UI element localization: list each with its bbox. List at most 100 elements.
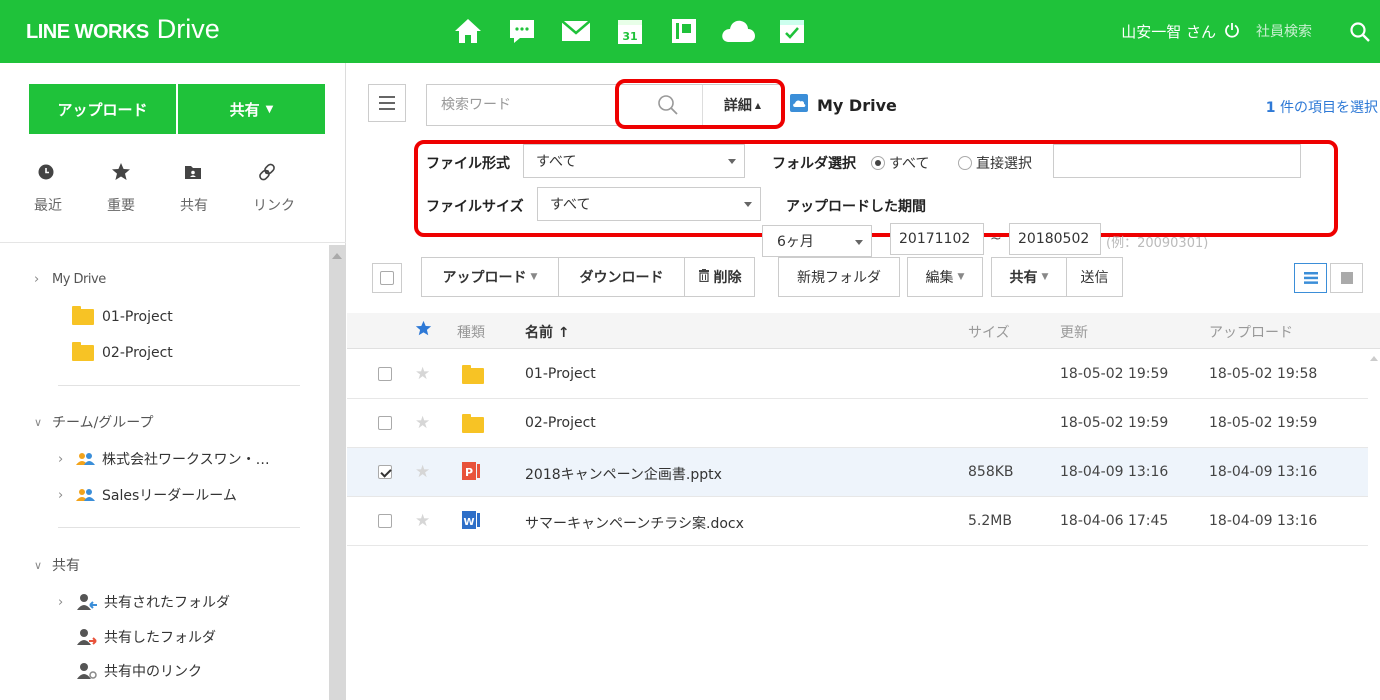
breadcrumb[interactable]: My Drive [790, 94, 897, 116]
chevron-down-icon: ▼ [265, 103, 274, 115]
quick-shared[interactable]: 共有 [180, 161, 253, 215]
edit-label: 編集 [925, 270, 954, 286]
logo-sub-text: Drive [156, 14, 220, 44]
employee-search-input[interactable]: 社員検索 [1254, 13, 1340, 51]
star-filter-icon[interactable] [415, 320, 432, 341]
caret-down-icon [855, 240, 863, 245]
group-icon [76, 452, 96, 466]
star-outline-icon[interactable]: ★ [415, 511, 430, 531]
file-uploaded: 18-05-02 19:58 [1209, 366, 1318, 382]
my-drive-icon [790, 94, 808, 116]
star-outline-icon[interactable]: ★ [415, 462, 430, 482]
chevron-right-icon: › [58, 487, 64, 503]
powerpoint-icon: P [462, 461, 482, 485]
form-icon[interactable] [772, 14, 812, 48]
power-icon[interactable] [1224, 22, 1240, 42]
file-row[interactable]: ★ 01-Project 18-05-02 19:59 18-05-02 19:… [347, 350, 1368, 399]
tree-shared[interactable]: ∨ 共有 [34, 555, 80, 575]
tree-shared-item[interactable]: › 共有されたフォルダ [58, 592, 230, 612]
search-input[interactable] [427, 86, 627, 124]
file-name[interactable]: 2018キャンペーン企画書.pptx [525, 464, 722, 484]
checkbox-icon[interactable] [378, 416, 392, 430]
tree-folder-label: 01-Project [102, 309, 173, 325]
quick-link[interactable]: リンク [253, 161, 326, 215]
tree-team-group[interactable]: ∨ チーム/グループ [34, 412, 153, 432]
contacts-icon[interactable] [664, 14, 704, 48]
tree-group-label: Salesリーダールーム [102, 488, 237, 504]
group-icon [76, 488, 96, 502]
home-icon[interactable] [448, 14, 488, 48]
mail-icon[interactable] [556, 14, 596, 48]
scroll-up-icon[interactable] [1370, 356, 1378, 361]
sidebar-actions: アップロード 共有 ▼ [29, 84, 325, 134]
column-size[interactable]: サイズ [968, 322, 1010, 342]
calendar-icon[interactable]: 31 [610, 14, 650, 48]
file-name[interactable]: 01-Project [525, 366, 596, 382]
logo-main-text: LINE WORKS [26, 21, 149, 43]
user-name[interactable]: 山安一智 さん [1121, 21, 1216, 42]
upload-button[interactable]: アップロード [29, 84, 176, 134]
talk-icon[interactable] [502, 14, 542, 48]
file-uploaded: 18-05-02 19:59 [1209, 415, 1318, 431]
quick-access: 最近 重要 共有 リンク [34, 161, 326, 215]
tree-folder-label: 02-Project [102, 345, 173, 361]
checkbox-checked-icon[interactable] [378, 465, 392, 479]
download-button[interactable]: ダウンロード [559, 257, 685, 297]
tree-divider [58, 385, 300, 386]
new-folder-button[interactable]: 新規フォルダ [778, 257, 900, 297]
file-list-scrollbar[interactable] [1368, 350, 1380, 700]
select-all-checkbox[interactable] [372, 263, 402, 293]
date-from-input[interactable]: 20171102 [890, 223, 984, 255]
edit-button[interactable]: 編集 ▼ [907, 257, 983, 297]
column-type[interactable]: 種類 [457, 322, 485, 342]
clock-icon [34, 161, 54, 183]
column-uploaded[interactable]: アップロード [1209, 322, 1293, 342]
column-updated[interactable]: 更新 [1060, 322, 1088, 342]
file-name[interactable]: サマーキャンペーンチラシ案.docx [525, 513, 744, 533]
share-button-label: 共有 [229, 100, 260, 119]
tree-shared-item[interactable]: 共有したフォルダ [76, 627, 216, 647]
column-name[interactable]: 名前 ↑ [525, 322, 570, 342]
checkbox-icon [380, 271, 394, 285]
toolbar-upload-button[interactable]: アップロード ▼ [421, 257, 559, 297]
file-row[interactable]: ★ W サマーキャンペーンチラシ案.docx 5.2MB 18-04-06 17… [347, 497, 1368, 546]
tree-folder-item[interactable]: 01-Project [72, 306, 173, 325]
shared-by-me-icon [76, 628, 98, 646]
checkbox-icon[interactable] [378, 514, 392, 528]
svg-text:P: P [465, 466, 473, 479]
date-to-input[interactable]: 20180502 [1009, 223, 1101, 255]
star-outline-icon[interactable]: ★ [415, 364, 430, 384]
checkbox-icon[interactable] [378, 367, 392, 381]
list-view-button[interactable] [1294, 263, 1327, 293]
quick-important[interactable]: 重要 [107, 161, 180, 215]
delete-button[interactable]: 削除 [685, 257, 755, 297]
word-icon: W [462, 510, 482, 534]
sidebar-scrollbar[interactable] [329, 245, 346, 700]
tree-my-drive[interactable]: › My Drive [34, 272, 106, 287]
grid-view-button[interactable] [1330, 263, 1363, 293]
app-switcher: 31 [448, 14, 826, 48]
quick-recent[interactable]: 最近 [34, 161, 107, 215]
send-button[interactable]: 送信 [1067, 257, 1123, 297]
tree-shared-item-label: 共有したフォルダ [104, 630, 216, 646]
menu-toggle-button[interactable] [368, 84, 406, 122]
tree-shared-item[interactable]: 共有中のリンク [76, 661, 202, 681]
tree-group-item[interactable]: › Salesリーダールーム [58, 485, 237, 505]
share-button[interactable]: 共有 ▼ [178, 84, 325, 134]
toolbar-share-button[interactable]: 共有 ▼ [991, 257, 1067, 297]
main-panel: 詳細 ▲ My Drive 1 件の項目を選択 ファイル形式 すべて フォルダ選… [347, 63, 1380, 700]
period-select[interactable]: 6ヶ月 [762, 225, 872, 257]
drive-cloud-icon[interactable] [718, 14, 758, 48]
date-format-hint: (例：20090301) [1106, 236, 1209, 251]
scroll-up-icon[interactable] [332, 253, 342, 259]
shared-link-icon [76, 662, 98, 680]
search-icon[interactable] [1340, 21, 1380, 42]
file-row[interactable]: ★ 02-Project 18-05-02 19:59 18-05-02 19:… [347, 399, 1368, 448]
app-logo[interactable]: LINE WORKS Drive [26, 14, 220, 45]
file-name[interactable]: 02-Project [525, 415, 596, 431]
tree-folder-item[interactable]: 02-Project [72, 342, 173, 361]
star-outline-icon[interactable]: ★ [415, 413, 430, 433]
tree-group-item[interactable]: › 株式会社ワークスワン・… [58, 449, 270, 469]
date-range-separator: ~ [990, 231, 1002, 247]
file-row[interactable]: ★ P 2018キャンペーン企画書.pptx 858KB 18-04-09 13… [347, 448, 1368, 497]
